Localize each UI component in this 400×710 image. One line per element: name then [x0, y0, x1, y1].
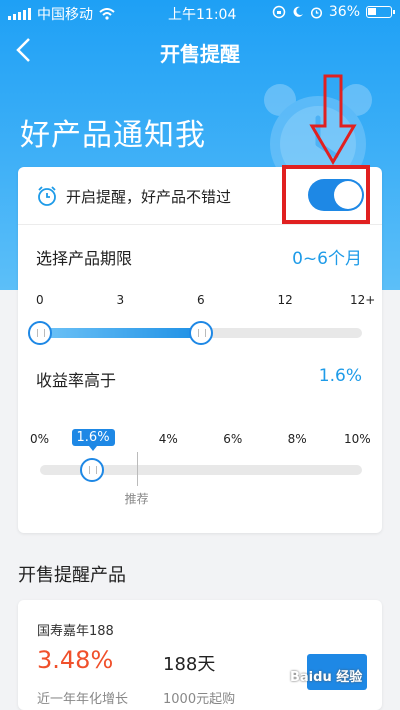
rate-tick: 10% — [344, 432, 371, 446]
page-title: 开售提醒 — [160, 42, 240, 66]
status-time: 上午11:04 — [168, 7, 237, 23]
reminder-label: 开启提醒，好产品不错过 — [66, 188, 232, 206]
term-filter-label: 选择产品期限 — [36, 249, 133, 268]
product-rate-label: 近一年年化增长 — [37, 692, 129, 707]
battery-icon — [366, 6, 395, 18]
rate-slider-handle[interactable] — [79, 458, 104, 482]
hero-title: 好产品通知我 — [20, 118, 206, 153]
moon-icon — [293, 6, 303, 17]
term-tick: 6 — [197, 293, 205, 307]
term-slider-fill — [40, 328, 201, 338]
status-bar: 中国移动 上午11:04 36% — [0, 0, 400, 26]
battery-percent: 36% — [328, 4, 360, 20]
watermark: Baidu 经验 — [290, 670, 363, 685]
term-tick: 12+ — [350, 293, 376, 307]
red-arrow-annotation — [309, 74, 357, 165]
term-tick-labels: 0 3 6 12 12+ — [18, 293, 382, 309]
rate-filter-value: 1.6% — [318, 366, 362, 386]
recommend-label: 推荐 — [124, 492, 149, 506]
red-highlight-box — [282, 165, 370, 224]
term-tick: 12 — [277, 293, 293, 307]
wifi-icon — [99, 8, 115, 20]
rate-tick: 8% — [287, 432, 307, 446]
term-tick: 0 — [36, 293, 44, 307]
alarm-clock-icon — [38, 186, 56, 206]
product-name: 国寿嘉年188 — [37, 624, 114, 639]
section-title: 开售提醒产品 — [18, 565, 126, 586]
product-term: 188天 — [163, 654, 216, 675]
rotation-lock-icon — [272, 5, 286, 19]
rate-value-bubble: 1.6% — [71, 429, 115, 451]
rate-tick: 6% — [223, 432, 243, 446]
rate-tick: 4% — [158, 432, 178, 446]
rate-filter-label: 收益率高于 — [36, 371, 117, 390]
carrier-label: 中国移动 — [37, 7, 93, 23]
alarm-icon — [310, 6, 322, 19]
rate-tick: 0% — [30, 432, 50, 446]
recommend-marker — [136, 452, 138, 486]
navigation-bar: 开售提醒 — [0, 28, 400, 76]
term-end-handle[interactable] — [189, 321, 213, 345]
product-card[interactable]: 国寿嘉年188 3.48% 188天 近一年年化增长 1000元起购 — [18, 600, 382, 710]
term-start-handle[interactable] — [28, 321, 52, 345]
product-rate: 3.48% — [37, 646, 114, 674]
term-tick: 3 — [116, 293, 125, 307]
signal-icon — [8, 8, 31, 20]
product-min-label: 1000元起购 — [163, 692, 236, 707]
term-filter-value: 0~6个月 — [292, 249, 362, 269]
